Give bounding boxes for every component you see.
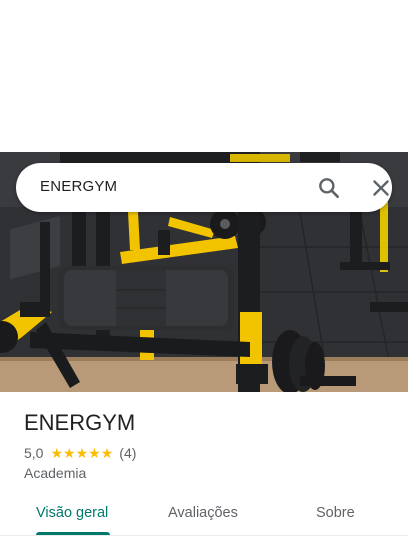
tab-reviews[interactable]: Avaliações [168,505,238,521]
place-title: ENERGYM [24,410,136,435]
search-icon[interactable] [316,175,342,201]
active-tab-indicator [36,532,110,535]
star-icon: ★ [63,445,76,461]
search-input[interactable]: ENERGYM [40,178,117,195]
map-area-blank [0,0,408,152]
search-bar[interactable]: ENERGYM [16,163,392,212]
reviews-count[interactable]: (4) [119,445,136,461]
tab-overview[interactable]: Visão geral [36,505,108,521]
rating-stars: ★ ★ ★ ★ ★ [50,446,113,460]
star-icon: ★ [75,445,89,461]
tab-about[interactable]: Sobre [316,505,355,521]
star-icon: ★ [100,445,114,461]
rating-value: 5,0 [24,445,44,461]
star-icon: ★ [50,445,64,461]
close-icon[interactable] [368,175,394,201]
rating-row[interactable]: 5,0 ★ ★ ★ ★ ★ (4) [24,444,136,462]
place-category: Academia [24,465,87,481]
place-tabs: Visão geral Avaliações Sobre [0,494,408,536]
star-icon: ★ [88,445,101,461]
